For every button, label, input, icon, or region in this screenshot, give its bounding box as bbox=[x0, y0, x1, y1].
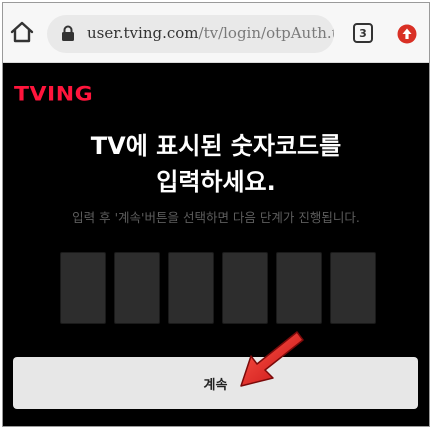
address-bar[interactable]: user.tving.com/tv/login/otpAuth.tvi bbox=[47, 15, 334, 53]
code-digit-6[interactable] bbox=[330, 252, 376, 324]
tving-otp-page: TVING TV에 표시된 숫자코드를 입력하세요. 입력 후 '계속'버튼을 … bbox=[3, 64, 429, 426]
code-digit-5[interactable] bbox=[276, 252, 322, 324]
tving-logo: TVING bbox=[14, 83, 94, 106]
annotation-arrow-icon bbox=[240, 331, 304, 387]
code-digit-2[interactable] bbox=[114, 252, 160, 324]
continue-button[interactable]: 계속 bbox=[13, 357, 418, 409]
instruction-text: 입력 후 '계속'버튼을 선택하면 다음 단계가 진행됩니다. bbox=[72, 210, 360, 225]
code-digit-1[interactable] bbox=[60, 252, 106, 324]
lock-icon bbox=[62, 25, 74, 41]
screenshot-frame: user.tving.com/tv/login/otpAuth.tvi 3 TV… bbox=[2, 2, 430, 427]
url-host: user.tving.com bbox=[87, 24, 199, 42]
home-icon[interactable] bbox=[9, 19, 35, 45]
code-digit-3[interactable] bbox=[168, 252, 214, 324]
otp-code-inputs bbox=[60, 252, 377, 324]
browser-toolbar: user.tving.com/tv/login/otpAuth.tvi 3 bbox=[3, 3, 429, 63]
code-digit-4[interactable] bbox=[222, 252, 268, 324]
title-line-1: TV에 표시된 숫자코드를 bbox=[90, 132, 342, 160]
title-line-2: 입력하세요. bbox=[156, 168, 276, 196]
update-arrow-icon[interactable] bbox=[397, 24, 417, 44]
url-path: /tv/login/otpAuth.tvi bbox=[198, 24, 334, 42]
url-text: user.tving.com/tv/login/otpAuth.tvi bbox=[87, 24, 334, 42]
page-title: TV에 표시된 숫자코드를 입력하세요. bbox=[3, 128, 429, 200]
tab-count-button[interactable]: 3 bbox=[353, 23, 373, 43]
